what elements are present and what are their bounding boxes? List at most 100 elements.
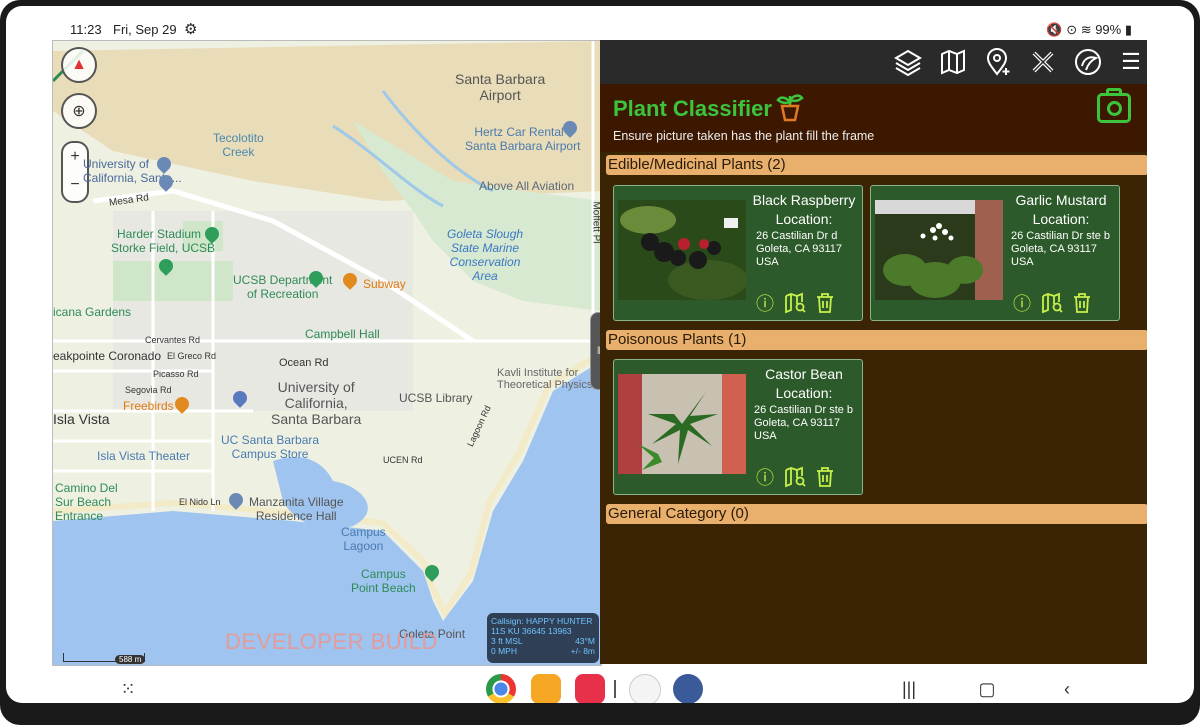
map-label: El Greco Rd <box>167 351 217 361</box>
app-drawer-icon[interactable]: ⁙ <box>113 674 143 703</box>
map-label: Campbell Hall <box>305 327 380 341</box>
tablet-frame: 11:23 Fri, Sep 29 ⚙ 🔇 ⊙ ≋ 99% ▮ ▲ ⊕ + − … <box>0 0 1200 725</box>
page-subtitle: Ensure picture taken has the plant fill … <box>613 129 875 143</box>
section-header-poisonous[interactable]: Poisonous Plants (1) <box>606 330 1147 350</box>
page-title: Plant Classifier <box>613 96 772 121</box>
location-label: Location: <box>775 211 833 227</box>
map-label: Isla Vista Theater <box>97 449 190 463</box>
plant-classifier-panel: ☰ Plant Classifier Ensure picture taken … <box>600 40 1147 664</box>
address-line: USA <box>1011 256 1034 268</box>
tools-icon[interactable] <box>1027 46 1059 78</box>
developer-build-watermark: DEVELOPER BUILD <box>225 629 438 654</box>
section-header-edible[interactable]: Edible/Medicinal Plants (2) <box>606 155 1147 175</box>
info-icon[interactable]: ⓘ <box>1011 292 1033 314</box>
trash-icon[interactable] <box>1071 292 1093 314</box>
map-label: Cervantes Rd <box>145 335 201 345</box>
map-label: Above All Aviation <box>479 179 575 193</box>
hud-accuracy: +/- 8m <box>570 646 595 656</box>
section-header-general[interactable]: General Category (0) <box>606 504 1147 524</box>
plant-tool-icon[interactable] <box>1072 46 1104 78</box>
trash-icon[interactable] <box>814 292 836 314</box>
map-label: Freebirds <box>123 399 174 413</box>
hud-coords: 11S KU 36645 13963 <box>491 626 572 636</box>
card-actions: ⓘ <box>1011 292 1093 314</box>
map-icon[interactable] <box>937 46 969 78</box>
plant-card[interactable]: Garlic Mustard Location: 26 Castilian Dr… <box>870 185 1120 321</box>
atak-app-icon[interactable] <box>629 674 661 703</box>
recent-apps-icon[interactable]: ||| <box>894 674 924 703</box>
crosshair-icon: ⊕ <box>72 103 86 120</box>
hud-heading: 43°M <box>575 636 595 646</box>
location-label: Location: <box>1032 211 1090 227</box>
hamburger-menu-icon[interactable]: ☰ <box>1115 46 1147 78</box>
camera-icon[interactable] <box>1097 88 1131 123</box>
map-label: eakpointe Coronado <box>53 349 162 363</box>
files-icon[interactable] <box>531 674 561 703</box>
address-line: USA <box>756 256 779 268</box>
map-label: El Nido Ln <box>179 497 221 507</box>
map-label: Ocean Rd <box>279 357 329 369</box>
settings-status-icon: ⚙ <box>184 21 198 38</box>
layers-icon[interactable] <box>892 46 924 78</box>
map-label: Harder Stadium <box>117 227 202 241</box>
plant-card[interactable]: Black Raspberry Location: 26 Castilian D… <box>613 185 863 321</box>
map-label: Picasso Rd <box>153 369 199 379</box>
map-label: Isla Vista <box>53 411 110 427</box>
battery-percent: 99% <box>1095 22 1122 37</box>
plant-address: 26 Castilian Dr ste b Goleta, CA 93117 U… <box>1011 230 1110 269</box>
position-hud[interactable]: Callsign: HAPPY HUNTER 11S KU 36645 1396… <box>487 613 599 663</box>
screen-recorder-icon[interactable] <box>575 674 605 703</box>
plant-photo <box>618 374 746 474</box>
map-label: Camino Del Sur Beach Entrance <box>55 481 118 523</box>
map-label: icana Gardens <box>53 305 132 319</box>
map-label: Campus Point Beach <box>351 567 416 595</box>
map-label: Subway <box>363 277 406 291</box>
home-icon[interactable]: ▢ <box>972 674 1002 703</box>
info-icon[interactable]: ⓘ <box>754 466 776 488</box>
address-line: 26 Castilian Dr ste b <box>754 404 854 416</box>
map-label: Segovia Rd <box>125 385 172 395</box>
plant-address: 26 Castilian Dr ste b Goleta, CA 93117 U… <box>754 404 853 443</box>
map-label: Storke Field, UCSB <box>111 241 216 255</box>
battery-indicator: 🔇 ⊙ ≋ 99% ▮ <box>1046 22 1132 37</box>
map-search-icon[interactable] <box>1041 292 1063 314</box>
map-label: UCSB Library <box>399 391 473 405</box>
plant-card[interactable]: Castor Bean Location: 26 Castilian Dr st… <box>613 359 863 495</box>
back-icon[interactable]: ‹ <box>1052 674 1082 703</box>
info-icon[interactable]: ⓘ <box>754 292 776 314</box>
trash-icon[interactable] <box>814 466 836 488</box>
map-label: Campus Lagoon <box>341 525 386 553</box>
settings-app-icon[interactable] <box>673 674 703 703</box>
map-label: UC Santa Barbara Campus Store <box>221 433 320 461</box>
map-label: Kavli Institute for Theoretical Physics <box>497 367 593 391</box>
map-search-icon[interactable] <box>784 466 806 488</box>
map-label: Manzanita Village Residence Hall <box>249 495 344 523</box>
top-toolbar: ☰ <box>600 40 1147 84</box>
map-label: Santa Barbara Airport <box>455 71 546 103</box>
screen: 11:23 Fri, Sep 29 ⚙ 🔇 ⊙ ≋ 99% ▮ ▲ ⊕ + − … <box>6 6 1194 703</box>
plant-classifier-header: Plant Classifier Ensure picture taken ha… <box>600 84 1147 152</box>
address-line: USA <box>754 430 777 442</box>
address-line: Goleta, CA 93117 <box>1011 243 1098 255</box>
plant-name: Castor Bean <box>765 366 843 382</box>
map-view[interactable]: ▲ ⊕ + − Santa Barbara Airport Tecolotito… <box>52 40 602 666</box>
address-line: 26 Castilian Dr d <box>756 230 838 242</box>
map-scale-label: 588 m <box>115 655 146 664</box>
map-search-icon[interactable] <box>784 292 806 314</box>
dock-divider <box>614 680 616 698</box>
locate-button[interactable]: ⊕ <box>61 93 97 129</box>
compass-icon: ▲ <box>71 56 87 73</box>
plant-photo <box>875 200 1003 300</box>
status-date: Fri, Sep 29 <box>113 22 177 37</box>
add-location-icon[interactable] <box>982 46 1014 78</box>
plant-name: Garlic Mustard <box>1015 192 1107 208</box>
compass-button[interactable]: ▲ <box>61 47 97 83</box>
address-line: Goleta, CA 93117 <box>754 417 841 429</box>
plant-photo <box>618 200 746 300</box>
status-time: 11:23 <box>70 22 102 37</box>
map-label: Tecolotito Creek <box>213 131 264 159</box>
navigation-bar: ⁙ ||| ▢ ‹ <box>6 670 1194 703</box>
address-line: 26 Castilian Dr ste b <box>1011 230 1111 242</box>
plant-address: 26 Castilian Dr d Goleta, CA 93117 USA <box>756 230 842 269</box>
chrome-icon[interactable] <box>486 674 516 703</box>
